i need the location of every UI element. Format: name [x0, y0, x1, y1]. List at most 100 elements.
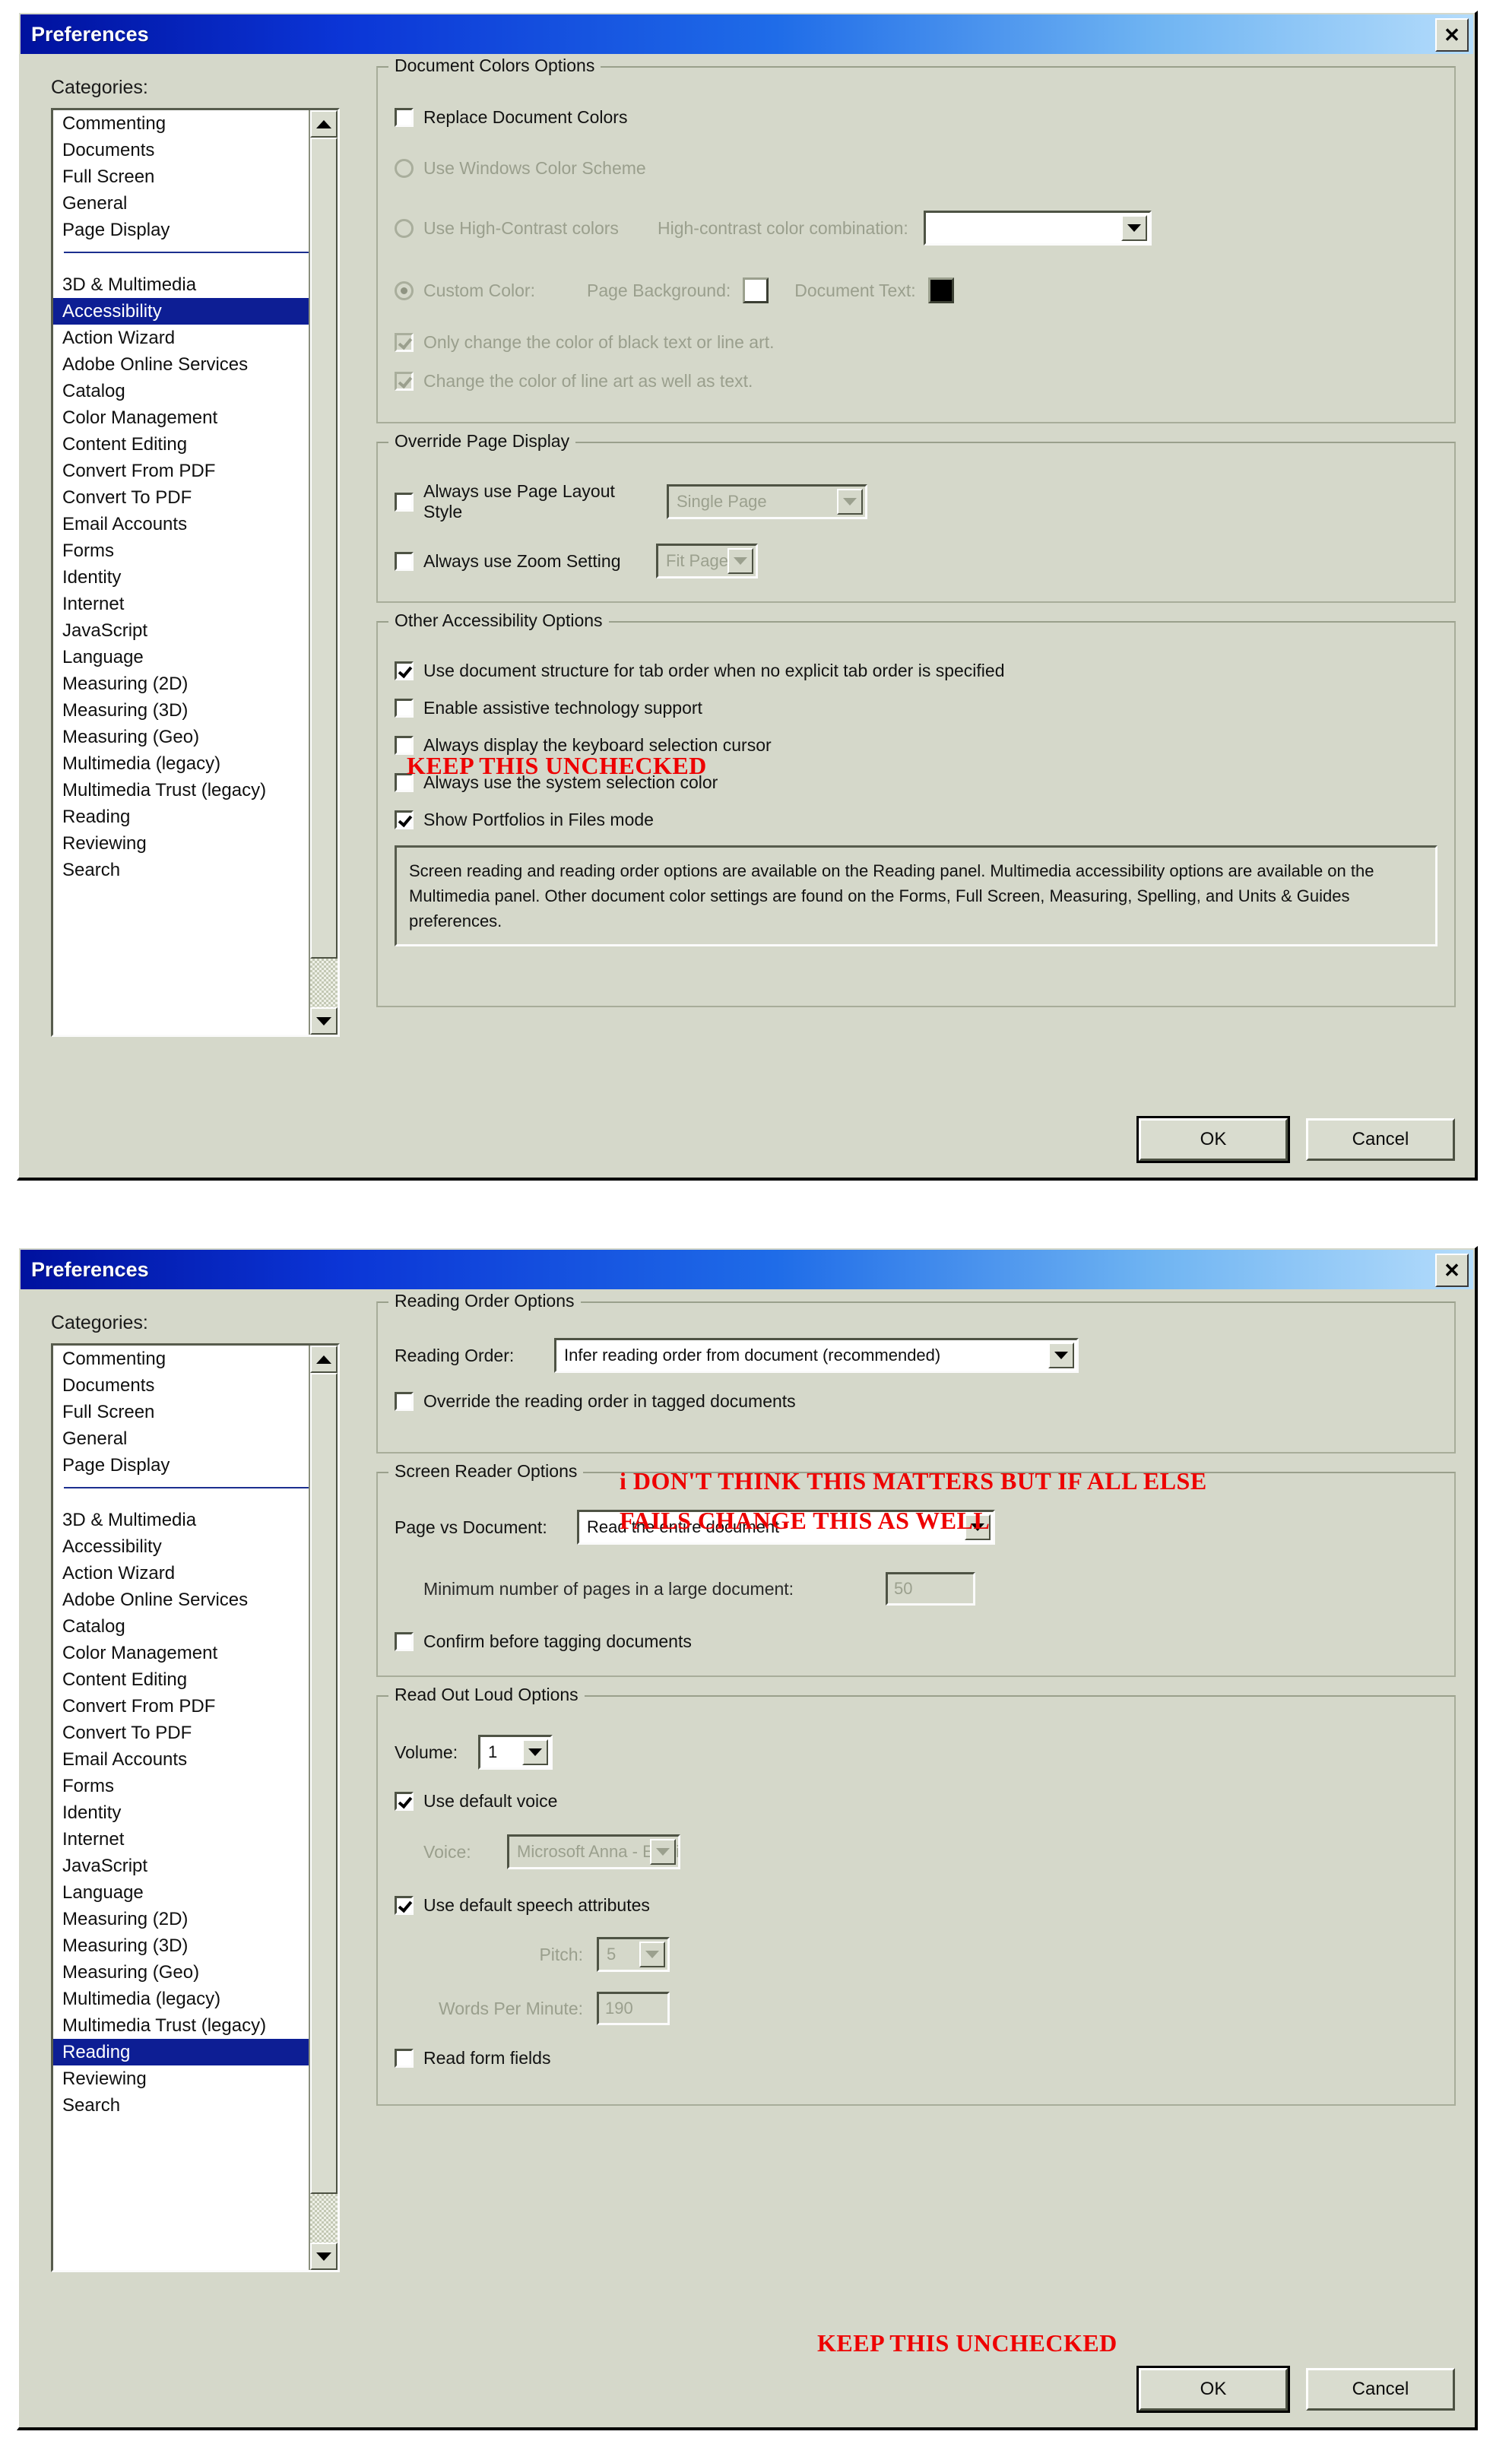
categories-scrollbar[interactable]	[309, 1346, 338, 2270]
cancel-button[interactable]: Cancel	[1306, 2368, 1455, 2411]
sidebar-item-language[interactable]: Language	[53, 1879, 338, 1906]
scroll-down-icon[interactable]	[310, 2243, 338, 2270]
sidebar-item-internet[interactable]: Internet	[53, 1826, 338, 1853]
categories-scrollbar[interactable]	[309, 110, 338, 1035]
sidebar-item-adobe-online-services[interactable]: Adobe Online Services	[53, 351, 338, 378]
sidebar-item-convert-to-pdf[interactable]: Convert To PDF	[53, 1720, 338, 1746]
combo-volume[interactable]: 1	[478, 1735, 553, 1770]
sidebar-item-measuring-2d[interactable]: Measuring (2D)	[53, 1906, 338, 1932]
sidebar-item-general[interactable]: General	[53, 1425, 338, 1452]
sidebar-item-convert-to-pdf[interactable]: Convert To PDF	[53, 484, 338, 511]
swatch-page-background[interactable]	[743, 277, 769, 303]
sidebar-item-language[interactable]: Language	[53, 644, 338, 670]
row-use-default-voice[interactable]: Use default voice	[395, 1791, 1438, 1812]
scroll-up-icon[interactable]	[310, 1346, 338, 1373]
checkbox-use-default-speech[interactable]	[395, 1896, 414, 1915]
row-override-reading-order[interactable]: Override the reading order in tagged doc…	[395, 1391, 1438, 1412]
sidebar-item-page-display[interactable]: Page Display	[53, 217, 338, 243]
checkbox-only-change-black-text[interactable]	[395, 333, 414, 352]
row-only-change-black-text[interactable]: Only change the color of black text or l…	[395, 332, 1438, 353]
row-show-portfolios[interactable]: Show Portfolios in Files mode	[395, 810, 1438, 830]
sidebar-item-accessibility[interactable]: Accessibility	[53, 298, 338, 325]
sidebar-item-email-accounts[interactable]: Email Accounts	[53, 511, 338, 537]
row-always-zoom[interactable]: Always use Zoom Setting Fit Page	[395, 544, 1438, 579]
row-volume[interactable]: Volume: 1	[395, 1735, 1438, 1770]
sidebar-item-3d-multimedia[interactable]: 3D & Multimedia	[53, 271, 338, 298]
ok-button[interactable]: OK	[1136, 2366, 1290, 2413]
chevron-down-icon[interactable]	[1121, 215, 1147, 241]
chevron-down-icon[interactable]	[1048, 1343, 1074, 1368]
radio-custom-color[interactable]	[395, 281, 414, 300]
close-icon[interactable]: ✕	[1435, 1254, 1469, 1287]
sidebar-item-internet[interactable]: Internet	[53, 591, 338, 617]
row-read-form-fields[interactable]: Read form fields	[395, 2048, 1438, 2069]
sidebar-item-adobe-online-services[interactable]: Adobe Online Services	[53, 1587, 338, 1613]
chevron-down-icon[interactable]	[522, 1739, 548, 1765]
sidebar-item-documents[interactable]: Documents	[53, 137, 338, 163]
sidebar-item-reviewing[interactable]: Reviewing	[53, 830, 338, 857]
sidebar-item-convert-from-pdf[interactable]: Convert From PDF	[53, 1693, 338, 1720]
sidebar-item-general[interactable]: General	[53, 190, 338, 217]
sidebar-item-full-screen[interactable]: Full Screen	[53, 163, 338, 190]
combo-voice[interactable]: Microsoft Anna - Englis	[507, 1834, 680, 1869]
sidebar-item-color-management[interactable]: Color Management	[53, 1640, 338, 1666]
input-min-pages[interactable]: 50	[886, 1572, 975, 1606]
combo-zoom-setting[interactable]: Fit Page	[656, 544, 758, 579]
sidebar-item-documents[interactable]: Documents	[53, 1372, 338, 1399]
sidebar-item-multimedia-legacy[interactable]: Multimedia (legacy)	[53, 1986, 338, 2012]
combo-reading-order[interactable]: Infer reading order from document (recom…	[554, 1338, 1079, 1373]
row-use-windows-color-scheme[interactable]: Use Windows Color Scheme	[395, 158, 1438, 179]
combo-page-layout-style[interactable]: Single Page	[667, 484, 867, 519]
sidebar-item-color-management[interactable]: Color Management	[53, 404, 338, 431]
sidebar-item-catalog[interactable]: Catalog	[53, 1613, 338, 1640]
checkbox-always-zoom[interactable]	[395, 551, 414, 571]
row-always-page-layout[interactable]: Always use Page Layout Style Single Page	[395, 481, 1438, 522]
chevron-down-icon[interactable]	[639, 1942, 665, 1967]
sidebar-item-reviewing[interactable]: Reviewing	[53, 2065, 338, 2092]
sidebar-item-forms[interactable]: Forms	[53, 1773, 338, 1799]
sidebar-item-search[interactable]: Search	[53, 857, 338, 883]
checkbox-read-form-fields[interactable]	[395, 2049, 414, 2068]
checkbox-show-portfolios[interactable]	[395, 810, 414, 829]
sidebar-item-commenting[interactable]: Commenting	[53, 110, 338, 137]
row-replace-document-colors[interactable]: Replace Document Colors	[395, 107, 1438, 128]
radio-use-windows-color-scheme[interactable]	[395, 159, 414, 178]
sidebar-item-action-wizard[interactable]: Action Wizard	[53, 325, 338, 351]
radio-use-high-contrast[interactable]	[395, 218, 414, 238]
row-enable-assistive[interactable]: Enable assistive technology support	[395, 698, 1438, 718]
close-icon[interactable]: ✕	[1435, 18, 1469, 52]
checkbox-use-doc-structure[interactable]	[395, 661, 414, 680]
checkbox-enable-assistive[interactable]	[395, 699, 414, 718]
row-reading-order[interactable]: Reading Order: Infer reading order from …	[395, 1338, 1438, 1373]
ok-button[interactable]: OK	[1136, 1116, 1290, 1163]
sidebar-item-full-screen[interactable]: Full Screen	[53, 1399, 338, 1425]
categories-listbox[interactable]: Commenting Documents Full Screen General…	[51, 108, 340, 1037]
sidebar-item-catalog[interactable]: Catalog	[53, 378, 338, 404]
sidebar-item-partial[interactable]	[53, 2119, 338, 2129]
row-use-default-speech[interactable]: Use default speech attributes	[395, 1895, 1438, 1916]
combo-high-contrast-combination[interactable]	[923, 211, 1152, 246]
checkbox-always-page-layout[interactable]	[395, 492, 414, 512]
checkbox-confirm-before-tagging[interactable]	[395, 1632, 414, 1651]
combo-pitch[interactable]: 5	[597, 1937, 670, 1972]
scrollbar-thumb[interactable]	[310, 138, 338, 959]
sidebar-item-measuring-3d[interactable]: Measuring (3D)	[53, 1932, 338, 1959]
sidebar-item-convert-from-pdf[interactable]: Convert From PDF	[53, 458, 338, 484]
chevron-down-icon[interactable]	[650, 1839, 676, 1865]
sidebar-item-search[interactable]: Search	[53, 2092, 338, 2119]
sidebar-item-3d-multimedia[interactable]: 3D & Multimedia	[53, 1507, 338, 1533]
sidebar-item-multimedia-trust-legacy[interactable]: Multimedia Trust (legacy)	[53, 2012, 338, 2039]
input-wpm[interactable]: 190	[597, 1992, 670, 2025]
checkbox-replace-document-colors[interactable]	[395, 108, 414, 127]
sidebar-item-partial[interactable]	[53, 883, 338, 894]
cancel-button[interactable]: Cancel	[1306, 1118, 1455, 1161]
row-use-doc-structure[interactable]: Use document structure for tab order whe…	[395, 661, 1438, 681]
sidebar-item-reading[interactable]: Reading	[53, 2039, 338, 2065]
scroll-down-icon[interactable]	[310, 1007, 338, 1035]
sidebar-item-content-editing[interactable]: Content Editing	[53, 431, 338, 458]
sidebar-item-forms[interactable]: Forms	[53, 537, 338, 564]
sidebar-item-multimedia-legacy[interactable]: Multimedia (legacy)	[53, 750, 338, 777]
sidebar-item-measuring-3d[interactable]: Measuring (3D)	[53, 697, 338, 724]
sidebar-item-action-wizard[interactable]: Action Wizard	[53, 1560, 338, 1587]
sidebar-item-content-editing[interactable]: Content Editing	[53, 1666, 338, 1693]
